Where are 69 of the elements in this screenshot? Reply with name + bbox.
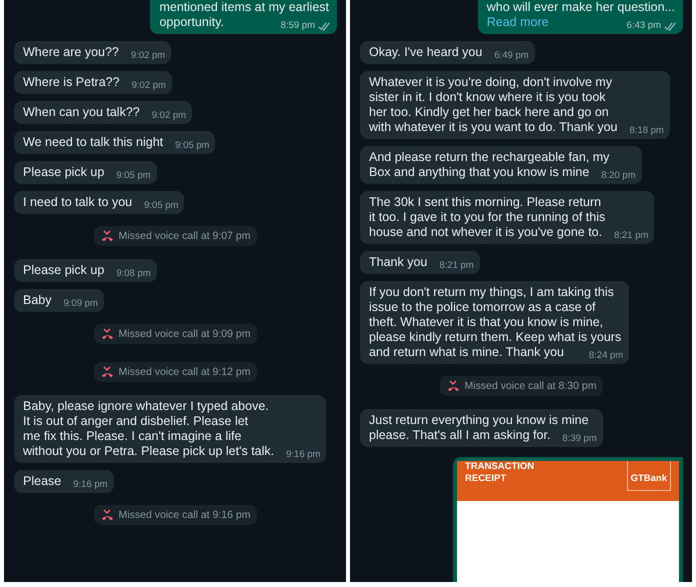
message-text: It is out of anger and disbelief. Please let [23,414,250,429]
message-text: Thank you [369,255,428,269]
message-text: When can you talk?? [23,105,140,119]
message-text: and return what is mine. Thank you [369,345,564,359]
message-time: 9:05 pm [175,140,210,152]
message-time: 9:08 pm [116,268,151,280]
double-check-icon [318,22,331,30]
missed-call-text: Missed voice call at 9:16 pm [118,509,250,521]
message-text: Where are you?? [23,45,119,59]
message-text: Just return everything you know is mine [369,413,590,428]
message-text: please. That's all I am asking for. [369,428,550,442]
message-text: her too. Kindly get her back here and go on [369,105,610,120]
message-time: 8:24 pm [588,350,624,362]
message-time: 9:16 pm [73,479,108,491]
message-text: with whatever it is you want to do. Thank you [369,120,618,134]
receipt-image-bubble[interactable]: TRANSACTION RECEIPT GTBank [453,457,683,582]
message-text: Whatever it is you're doing, don't involve my [369,75,614,90]
message-time: 9:05 pm [144,200,178,212]
message-text: theft. Whatever it is that you know is mine, [369,315,604,330]
message-text: Okay. I've heard you [369,45,482,59]
message-text: issue to the police tomorrow as a case of [369,300,597,315]
message-text: We need to talk this night [23,135,164,149]
double-check-icon [664,22,677,30]
message-text: If you don't return my things, I am taking this [369,285,615,300]
message-text: And please return the rechargeable fan, my [369,150,610,165]
message-text: The 30k I sent this morning. Please return [369,195,602,210]
message-time: 6:49 pm [494,50,529,62]
missed-call-icon [100,230,114,242]
missed-call-text: Missed voice call at 9:12 pm [118,366,250,378]
message-time: 8:18 pm [630,125,664,137]
message-text: who will ever make her question... [486,0,675,15]
missed-call-text: Missed voice call at 9:07 pm [118,230,250,242]
message-time: 9:02 pm [132,80,166,92]
message-time: 9:05 pm [116,170,151,182]
message-time: 9:02 pm [152,110,186,122]
message-text: please kindly return them. Keep what is yours [369,330,622,345]
missed-call-icon [100,509,114,521]
message-time: 6:43 pm [626,20,661,32]
bank-logo: GTBank [626,461,671,491]
message-text: Baby [23,293,52,307]
message-time: 9:02 pm [130,50,166,62]
missed-call-icon [100,328,114,340]
message-time: 8:39 pm [562,433,597,445]
message-time: 8:21 pm [614,230,648,242]
message-time: 8:21 pm [439,260,474,272]
missed-call-text: Missed voice call at 9:09 pm [118,328,250,340]
message-text: me fix this. Please. I can't imagine a life [23,429,242,444]
read-more-link[interactable]: Read more [486,15,549,29]
message-text: Please pick up [23,263,104,277]
message-text: mentioned items at my earliest [159,0,329,15]
message-text: Box and anything that you know is mine [369,165,590,179]
missed-call-text: Missed voice call at 8:30 pm [464,380,596,392]
message-time: 8:59 pm [280,20,315,32]
message-text: without you or Petra. Please pick up let's talk. [23,444,274,458]
message-time: 8:20 pm [601,170,636,182]
missed-call-icon [100,366,114,378]
message-text: Where is Petra?? [23,75,120,89]
message-text: it too. I gave it to you for the running of this [369,210,606,225]
message-text: Please pick up [23,165,104,179]
message-text: opportunity. [159,15,224,29]
message-time: 9:16 pm [286,449,320,461]
missed-call-icon [446,380,460,392]
message-time: 9:09 pm [64,298,98,310]
message-text: house and not whever it is you've gone to. [369,225,602,239]
message-text: Please [23,474,62,488]
message-text: Baby, please ignore whatever I typed above. [23,399,270,414]
message-text: I need to talk to you [23,195,132,209]
message-text: sister in it. I don't know where it is you took [369,90,607,105]
receipt-title: TRANSACTION RECEIPT [465,461,534,485]
